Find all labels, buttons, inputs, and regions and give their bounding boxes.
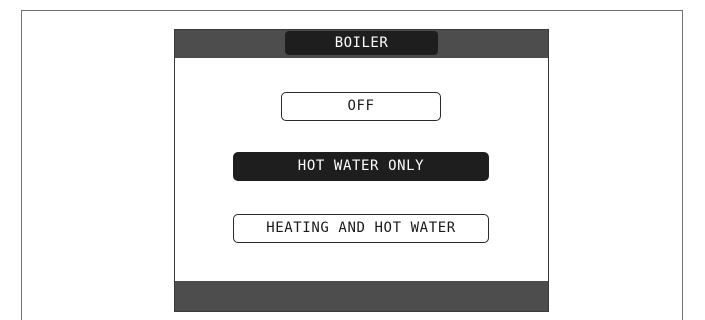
title-bar: BOILER — [175, 30, 548, 58]
screen-title: BOILER — [285, 31, 438, 55]
option-off-button[interactable]: OFF — [281, 92, 441, 121]
boiler-screen: BOILER OFF HOT WATER ONLY HEATING AND HO… — [174, 29, 549, 312]
option-hot-water-only-button[interactable]: HOT WATER ONLY — [233, 152, 489, 181]
option-heating-and-hot-water-button[interactable]: HEATING AND HOT WATER — [233, 214, 489, 243]
footer-bar — [175, 281, 548, 311]
